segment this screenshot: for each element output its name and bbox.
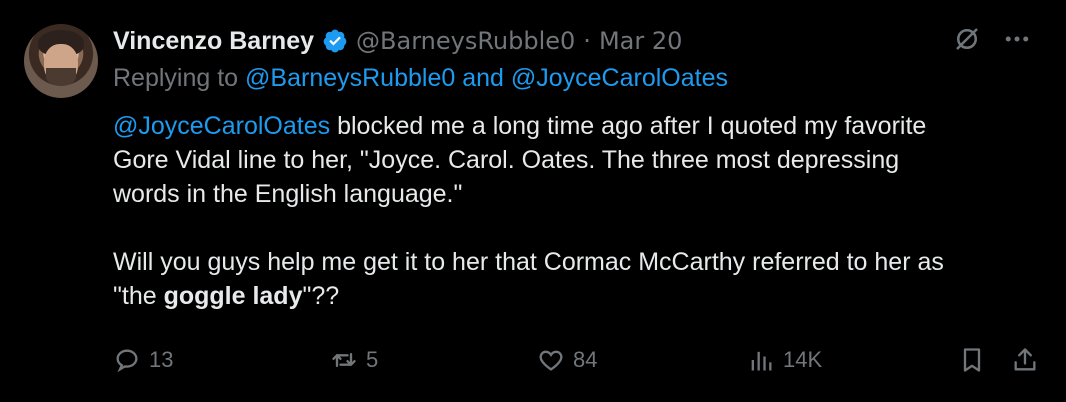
body-text: Will you guys help me get it to her that… <box>113 248 944 276</box>
share-button[interactable] <box>1011 343 1039 377</box>
author-handle[interactable]: @BarneysRubble0 <box>356 27 575 55</box>
tweet-header: Vincenzo Barney @BarneysRubble0 · Mar 20 <box>113 24 682 58</box>
bookmark-button[interactable] <box>958 343 986 377</box>
grok-icon[interactable] <box>952 24 982 54</box>
repost-icon <box>332 353 356 367</box>
reply-handle-link[interactable]: @BarneysRubble0 <box>245 64 455 92</box>
share-icon <box>1014 348 1036 371</box>
tweet-text: @JoyceCarolOates blocked me a long time … <box>113 109 1043 313</box>
separator: · <box>583 27 591 55</box>
views-count: 14K <box>783 347 823 372</box>
reply-button[interactable]: 13 <box>113 343 173 377</box>
views-button[interactable]: 14K <box>747 343 822 377</box>
reply-icon <box>116 349 138 373</box>
replying-prefix: Replying to <box>113 64 239 92</box>
verified-badge-icon <box>323 29 347 53</box>
replying-to: Replying to @BarneysRubble0 and @JoyceCa… <box>113 64 728 93</box>
avatar[interactable] <box>24 24 98 98</box>
body-bold-text: goggle lady <box>163 282 303 310</box>
mention-link[interactable]: @JoyceCarolOates <box>113 112 330 140</box>
body-text: "?? <box>302 282 340 310</box>
body-text: blocked me a long time ago after I quote… <box>330 112 927 140</box>
reply-count: 13 <box>149 347 174 372</box>
reply-and: and <box>462 64 504 92</box>
repost-count: 5 <box>366 347 379 372</box>
like-icon <box>539 350 563 371</box>
reply-handle-link[interactable]: @JoyceCarolOates <box>511 64 728 92</box>
bookmark-icon <box>963 348 981 372</box>
repost-button[interactable]: 5 <box>330 343 378 377</box>
author-name[interactable]: Vincenzo Barney <box>113 27 314 56</box>
action-bar: 13 5 84 14K <box>113 343 1043 377</box>
body-text: words in the English language." <box>113 180 463 208</box>
top-actions <box>952 24 1032 54</box>
tweet[interactable]: Vincenzo Barney @BarneysRubble0 · Mar 20… <box>0 0 1066 402</box>
body-text: Gore Vidal line to her, "Joyce. Carol. O… <box>113 146 900 174</box>
body-text: "the <box>113 282 164 310</box>
tweet-date[interactable]: Mar 20 <box>599 27 682 55</box>
views-icon <box>751 351 772 371</box>
like-count: 84 <box>573 347 598 372</box>
like-button[interactable]: 84 <box>537 343 597 377</box>
more-icon[interactable] <box>1002 24 1032 54</box>
